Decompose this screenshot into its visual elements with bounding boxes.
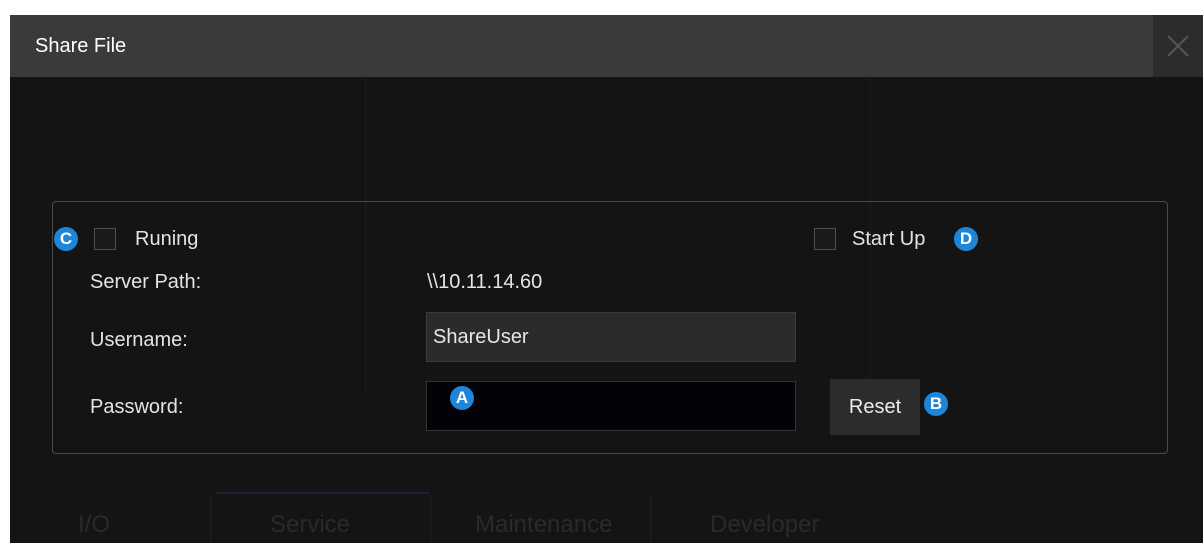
tab-maintenance: Maintenance bbox=[475, 511, 613, 538]
callout-c: C bbox=[54, 227, 78, 251]
dialog-title: Share File bbox=[35, 35, 127, 57]
tab-developer: Developer bbox=[710, 511, 820, 538]
password-label: Password: bbox=[90, 396, 184, 418]
title-bar: Share File bbox=[10, 15, 1203, 77]
callout-a: A bbox=[450, 386, 474, 410]
close-icon bbox=[1167, 35, 1189, 57]
tab-divider bbox=[210, 495, 211, 543]
reset-button[interactable]: Reset bbox=[830, 379, 920, 435]
tab-divider bbox=[430, 495, 431, 543]
running-label: Runing bbox=[135, 228, 199, 250]
startup-checkbox[interactable] bbox=[814, 228, 836, 250]
active-tab-indicator bbox=[215, 492, 430, 494]
username-field[interactable]: ShareUser bbox=[426, 312, 796, 362]
tab-service: Service bbox=[270, 511, 351, 538]
startup-label: Start Up bbox=[852, 228, 926, 250]
username-value: ShareUser bbox=[433, 326, 529, 348]
password-field[interactable] bbox=[426, 381, 796, 431]
close-button[interactable] bbox=[1153, 15, 1203, 77]
reset-label: Reset bbox=[848, 395, 902, 418]
username-label: Username: bbox=[90, 329, 188, 351]
server-path-label: Server Path: bbox=[90, 271, 202, 293]
callout-b: B bbox=[924, 392, 948, 416]
server-path-value: \\10.11.14.60 bbox=[427, 271, 543, 293]
tab-io: I/O bbox=[78, 511, 111, 538]
share-file-dialog: Share File C Runing Start Up D Server Pa… bbox=[10, 15, 1203, 543]
callout-d: D bbox=[954, 227, 978, 251]
tab-divider bbox=[650, 495, 651, 543]
running-checkbox[interactable] bbox=[94, 228, 116, 250]
